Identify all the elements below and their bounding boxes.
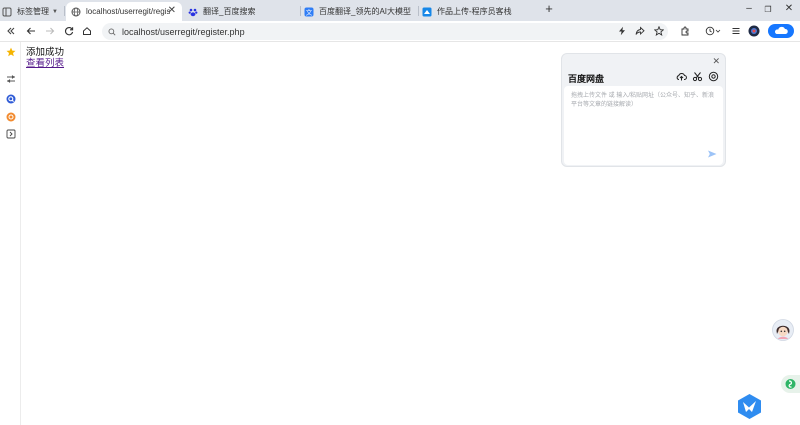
- browser-toolbar: localhost/userregit/register.php: [0, 21, 800, 42]
- new-tab-button[interactable]: +: [542, 1, 556, 16]
- tab-baidu-translate[interactable]: 文 百度翻译_领先的AI大模型翻译: [304, 2, 416, 21]
- upload-cloud-icon[interactable]: [676, 71, 687, 82]
- home-icon[interactable]: [80, 24, 94, 38]
- panel-close-icon[interactable]: ✕: [712, 56, 720, 67]
- page-content: 添加成功 查看列表: [26, 47, 64, 69]
- avatar[interactable]: [747, 24, 761, 38]
- lightning-icon[interactable]: [615, 24, 629, 38]
- netdisk-panel: ✕ 百度网盘 拖拽上传文件 或 输入/粘贴网址（公众号、知乎、新浪平台等文章的链…: [561, 53, 726, 167]
- netdisk-title: 百度网盘: [568, 74, 605, 84]
- history-icon[interactable]: [704, 24, 722, 38]
- floating-assistant-logo[interactable]: [736, 393, 763, 420]
- forward-icon[interactable]: [43, 24, 57, 38]
- side-tool-button[interactable]: [781, 375, 800, 393]
- download-icon[interactable]: [5, 128, 16, 139]
- view-list-link[interactable]: 查看列表: [26, 58, 64, 69]
- tab-close-icon[interactable]: ✕: [168, 5, 176, 16]
- minimize-button[interactable]: –: [742, 3, 756, 14]
- success-message: 添加成功: [26, 47, 65, 58]
- cloud-sync-icon[interactable]: [768, 24, 794, 38]
- tab-list-icon: [2, 7, 12, 17]
- tab-register-page[interactable]: localhost/userregit/registe ✕: [66, 2, 182, 21]
- star-icon[interactable]: [652, 24, 666, 38]
- chevron-down-icon[interactable]: ▼: [52, 9, 58, 15]
- tab-label: 翻译_百度搜索: [203, 7, 256, 16]
- menu-icon[interactable]: [729, 24, 743, 38]
- netdisk-placeholder: 拖拽上传文件 或 输入/粘贴网址（公众号、知乎、新浪平台等文章的链接解读）: [571, 93, 715, 108]
- netdisk-input[interactable]: 拖拽上传文件 或 输入/粘贴网址（公众号、知乎、新浪平台等文章的链接解读）: [564, 86, 723, 165]
- tab-label: 百度翻译_领先的AI大模型翻译: [319, 7, 411, 16]
- baidu-paw-icon: [188, 7, 198, 17]
- settings-sliders-icon[interactable]: [5, 73, 16, 84]
- favorites-star-icon[interactable]: [5, 46, 16, 57]
- address-url[interactable]: localhost/userregit/register.php: [122, 27, 245, 37]
- share-icon[interactable]: [633, 24, 647, 38]
- extensions-icon[interactable]: [678, 24, 692, 38]
- settings-icon[interactable]: [708, 71, 719, 82]
- tab-bookmark-manager[interactable]: 标签管理 ▼: [2, 2, 62, 21]
- send-icon[interactable]: [707, 149, 717, 159]
- netdisk-toolbar: [676, 71, 719, 82]
- tab-baidu-search[interactable]: 翻译_百度搜索: [186, 2, 298, 21]
- tab-label: localhost/userregit/registe: [86, 7, 170, 16]
- assistant-avatar-button[interactable]: [772, 319, 794, 341]
- tab-proginn-upload[interactable]: 作品上传-程序员客栈: [422, 2, 534, 21]
- sidebar-collapse-icon[interactable]: [4, 24, 18, 38]
- globe-icon: [71, 7, 81, 17]
- tab-strip: 标签管理 ▼ localhost/userregit/registe ✕ 翻译_…: [0, 0, 800, 21]
- bookmark-app-icon[interactable]: [5, 111, 16, 122]
- tab-separator: [64, 6, 65, 16]
- tab-separator: [418, 6, 419, 16]
- address-bar[interactable]: localhost/userregit/register.php: [102, 23, 668, 40]
- tab-separator: [300, 6, 301, 16]
- restore-button[interactable]: ❐: [761, 5, 775, 14]
- scissors-icon[interactable]: [692, 71, 703, 82]
- back-icon[interactable]: [24, 24, 38, 38]
- tab-label: 作品上传-程序员客栈: [437, 7, 512, 16]
- tab-label: 标签管理: [17, 7, 49, 16]
- search-q-icon[interactable]: [5, 93, 16, 104]
- reload-icon[interactable]: [62, 24, 76, 38]
- translate-icon: 文: [304, 7, 314, 17]
- close-window-button[interactable]: ✕: [782, 3, 796, 14]
- search-icon: [108, 28, 116, 36]
- proginn-logo-icon: [422, 7, 432, 17]
- svg-text:文: 文: [306, 7, 313, 16]
- browser-sidebar: [0, 42, 21, 425]
